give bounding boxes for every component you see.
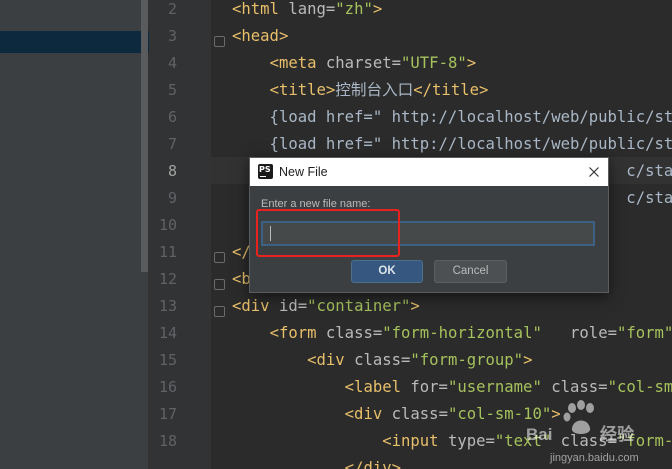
project-tree-selected-item[interactable] <box>0 31 149 53</box>
code-token: <input <box>382 432 448 450</box>
code-token: </ <box>232 243 251 261</box>
code-line: <b <box>232 266 251 293</box>
code-token: 控制台入口 <box>335 81 414 99</box>
code-token: class= <box>541 378 608 396</box>
code-token: <form <box>269 324 326 342</box>
code-line: <div class="col-sm-10"> <box>232 401 561 428</box>
code-line: <meta charset="UTF-8"> <box>232 50 477 77</box>
code-token: id= <box>278 297 308 315</box>
line-number: 8 <box>167 162 177 180</box>
code-token: > <box>466 54 477 72</box>
code-token: <div <box>307 351 355 369</box>
fold-marker-icon[interactable] <box>214 252 225 263</box>
line-number: 3 <box>167 27 177 45</box>
line-number: 9 <box>167 189 177 207</box>
code-token: > <box>523 351 533 369</box>
line-number: 14 <box>158 324 177 342</box>
code-line: <label for="username" class="col-sm-2 <box>232 374 672 401</box>
code-token: <html <box>232 0 289 18</box>
line-number: 6 <box>167 108 177 126</box>
line-number: 16 <box>158 378 177 396</box>
code-token: "form-horizontal" <box>382 324 542 342</box>
project-panel-scrollbar[interactable] <box>141 0 148 272</box>
line-number: 10 <box>158 216 177 234</box>
code-token: "zh" <box>335 0 373 18</box>
project-panel[interactable] <box>0 0 149 469</box>
line-number: 11 <box>158 243 177 261</box>
code-token: "username" <box>447 378 542 396</box>
code-token: "container" <box>307 297 411 315</box>
code-token: "form-group" <box>410 351 524 369</box>
code-token: > <box>372 0 383 18</box>
fold-marker-icon[interactable] <box>214 279 225 290</box>
dialog-titlebar: PS New File <box>250 158 608 186</box>
code-token: <title> <box>269 81 336 99</box>
code-token: charset= <box>325 54 402 72</box>
close-icon[interactable] <box>584 162 604 182</box>
code-token: <div <box>344 405 392 423</box>
code-line: <form class="form-horizontal" role="form… <box>232 320 672 347</box>
code-token: {load href=" http://localhost/web/public… <box>232 108 672 126</box>
dialog-title: New File <box>279 165 328 179</box>
line-number: 5 <box>167 81 177 99</box>
code-line: <div id="container"> <box>232 293 420 320</box>
fold-marker-icon[interactable] <box>214 36 225 47</box>
code-token: <label <box>344 378 411 396</box>
annotation-highlight-box <box>256 209 400 257</box>
line-number: 13 <box>158 297 177 315</box>
code-token: </title> <box>413 81 489 99</box>
line-number: 15 <box>158 351 177 369</box>
code-line: <head> <box>232 23 288 50</box>
watermark-brand-cn: 经验 <box>600 424 635 445</box>
cancel-button[interactable]: Cancel <box>434 260 507 283</box>
line-number: 7 <box>167 135 177 153</box>
code-line: <div class="form-group"> <box>232 347 532 374</box>
code-token: <meta <box>269 54 326 72</box>
line-number: 18 <box>158 432 177 450</box>
code-token: {load href=" http://localhost/web/public… <box>232 135 672 153</box>
code-token: lang= <box>288 0 336 18</box>
code-token: <head> <box>232 27 289 45</box>
ok-button[interactable]: OK <box>351 260 423 283</box>
code-token: class= <box>354 351 411 369</box>
watermark-url: jingyan.baidu.com <box>549 452 639 464</box>
line-number: 2 <box>167 0 177 18</box>
code-token: <b <box>232 270 251 288</box>
code-line: </ <box>232 239 251 266</box>
baidu-jingyan-watermark: Bai 经验 jingyan.baidu.com <box>520 398 670 466</box>
phpstorm-icon: PS <box>258 164 273 179</box>
code-line: </div> <box>232 455 401 469</box>
code-token: role= <box>570 324 617 342</box>
code-token: <div <box>232 297 279 315</box>
watermark-brand: Bai <box>526 425 552 444</box>
code-token: class= <box>325 324 383 342</box>
code-token: "form" <box>616 324 672 342</box>
line-number: 12 <box>158 270 177 288</box>
code-token: > <box>410 297 420 315</box>
code-token: "UTF-8" <box>401 54 467 72</box>
code-token: type= <box>447 432 495 450</box>
line-number: 17 <box>158 405 177 423</box>
code-token: "col-sm-2 <box>607 378 672 396</box>
line-number: 4 <box>167 54 177 72</box>
code-line: {load href=" http://localhost/web/public… <box>232 131 672 158</box>
code-line: <title>控制台入口</title> <box>232 77 489 104</box>
code-token: for= <box>410 378 448 396</box>
code-token: </div> <box>344 459 402 469</box>
code-token: class= <box>391 405 448 423</box>
fold-marker-icon[interactable] <box>214 306 225 317</box>
line-number-gutter: 2 3 4 5 6 7 8 9 10 11 12 13 14 15 16 17 18 <box>149 0 211 469</box>
code-line: {load href=" http://localhost/web/public… <box>232 104 672 131</box>
code-line: <html lang="zh"> <box>232 0 382 23</box>
